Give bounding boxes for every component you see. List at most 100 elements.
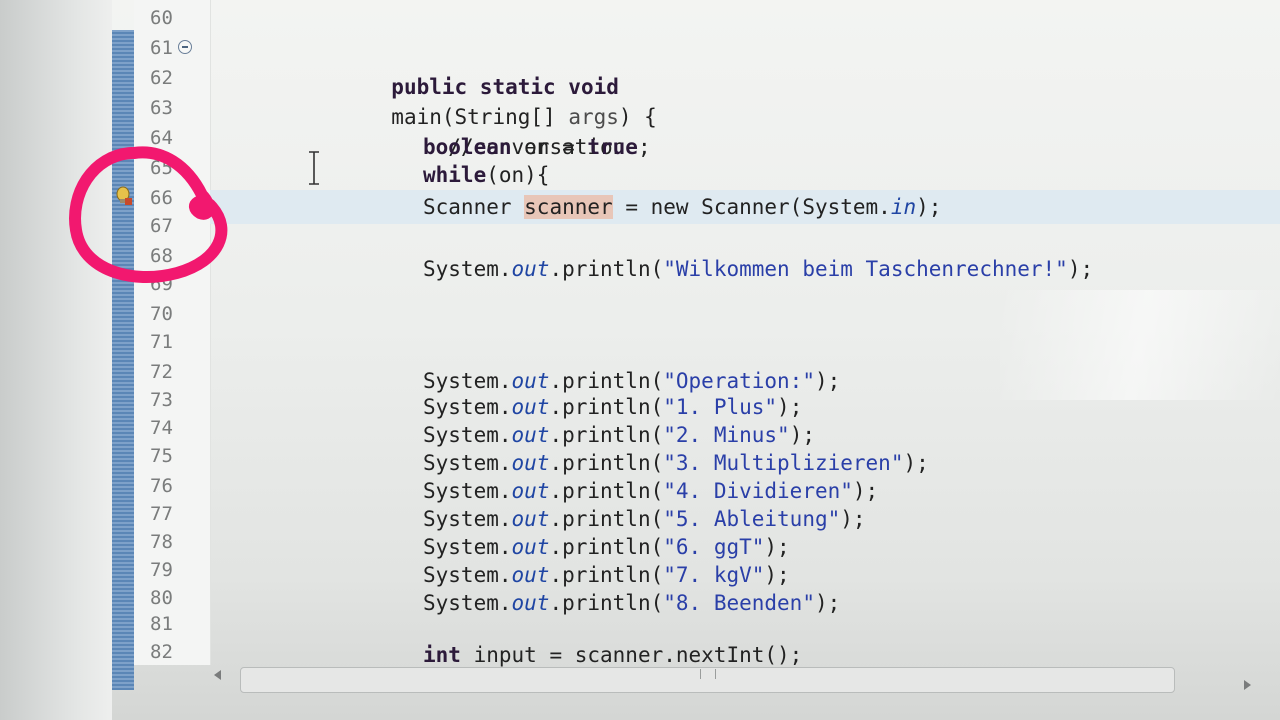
code-text: );	[852, 479, 879, 503]
code-text: .println(	[549, 395, 664, 419]
line-number: 74	[150, 417, 173, 439]
code-text: .println(	[549, 535, 664, 559]
code-line-println[interactable]: System.out.println("2. Minus");	[423, 420, 815, 450]
code-text: (on){	[486, 163, 550, 187]
line-number: 80	[150, 587, 173, 609]
code-text: .println(	[549, 423, 664, 447]
scroll-right-icon[interactable]	[1244, 680, 1251, 690]
window-left-frame	[0, 0, 112, 720]
code-text: .println(	[549, 563, 664, 587]
code-text: on =	[511, 135, 588, 159]
code-line-63[interactable]: //conversation	[423, 102, 625, 159]
scroll-left-icon[interactable]	[214, 670, 221, 680]
code-text: );	[814, 591, 841, 615]
code-text: );	[840, 507, 866, 531]
code-text: System.	[423, 479, 512, 503]
code-text: .println(	[549, 257, 664, 281]
keyword: while	[423, 163, 487, 187]
code-line-println[interactable]: System.out.println("4. Dividieren");	[423, 476, 878, 506]
code-text: System.	[423, 591, 512, 615]
line-number: 73	[150, 389, 173, 411]
code-line-64[interactable]: boolean on = true;	[423, 132, 651, 162]
string-literal: "Wilkommen beim Taschenrechner!"	[663, 257, 1068, 281]
code-text: );	[903, 451, 929, 475]
line-number: 79	[150, 559, 173, 581]
code-text: .println(	[549, 507, 664, 531]
code-text: ;	[637, 135, 651, 159]
screen-glare	[1000, 290, 1280, 400]
string-literal: "Operation:"	[663, 369, 815, 393]
string-literal: "8. Beenden"	[663, 591, 815, 615]
line-number: 71	[150, 331, 173, 353]
string-literal: "3. Multiplizieren"	[663, 451, 904, 475]
code-text: .println(	[549, 369, 664, 393]
code-line-68[interactable]: System.out.println("Wilkommen beim Tasch…	[423, 254, 1093, 284]
code-text: );	[916, 195, 942, 219]
code-text: = new Scanner(System.	[612, 195, 891, 219]
variable-occurrence: scanner	[524, 195, 613, 219]
annotation-circle	[69, 146, 228, 283]
code-text: System.	[423, 395, 512, 419]
code-line-82[interactable]: int input = scanner.nextInt();	[423, 640, 802, 670]
static-field: out	[511, 395, 550, 419]
code-line-println[interactable]: System.out.println("1. Plus");	[423, 392, 802, 422]
code-text: System.	[423, 257, 512, 281]
static-field: out	[511, 563, 550, 587]
line-number: 81	[150, 613, 173, 635]
code-text: );	[764, 535, 790, 559]
code-text: System.	[423, 563, 512, 587]
code-line-println[interactable]: System.out.println("7. kgV");	[423, 560, 790, 590]
static-field: out	[511, 479, 550, 503]
static-field: out	[511, 257, 550, 281]
code-text: );	[777, 395, 803, 419]
line-number: 76	[150, 475, 173, 497]
line-number: 70	[150, 303, 173, 325]
static-field: in	[890, 195, 917, 219]
code-line-println[interactable]: System.out.println("6. ggT");	[423, 532, 790, 562]
line-number: 63	[150, 97, 173, 119]
code-text: .println(	[549, 591, 664, 615]
static-field: out	[511, 507, 550, 531]
keyword: int	[423, 643, 461, 667]
static-field: out	[511, 451, 550, 475]
code-text: .println(	[549, 479, 664, 503]
code-line-61[interactable]: public static void main(String[] args) {	[366, 42, 657, 129]
line-number: 62	[150, 67, 173, 89]
code-text: );	[814, 369, 841, 393]
code-text: System.	[423, 369, 512, 393]
line-number: 82	[150, 641, 173, 663]
code-text: System.	[423, 535, 512, 559]
static-field: out	[511, 591, 550, 615]
string-literal: "2. Minus"	[663, 423, 790, 447]
code-text: );	[764, 563, 790, 587]
scrollbar-grip[interactable]	[700, 669, 716, 679]
text-cursor-icon	[309, 151, 319, 185]
line-number: 60	[150, 7, 173, 29]
code-line-println[interactable]: System.out.println("5. Ableitung");	[423, 504, 866, 534]
code-line-println[interactable]: System.out.println("3. Multiplizieren");	[423, 448, 929, 478]
code-line-println[interactable]: System.out.println("8. Beenden");	[423, 588, 840, 618]
code-text: );	[789, 423, 815, 447]
line-number: 77	[150, 503, 173, 525]
string-literal: "7. kgV"	[663, 563, 765, 587]
code-text: System.	[423, 507, 512, 531]
string-literal: "5. Ableitung"	[663, 507, 841, 531]
code-text: Scanner	[423, 195, 525, 219]
code-text: );	[1067, 257, 1094, 281]
static-field: out	[511, 535, 550, 559]
keyword: public static void	[391, 75, 619, 99]
static-field: out	[511, 369, 550, 393]
keyword: boolean	[423, 135, 512, 159]
code-line-66[interactable]: Scanner scanner = new Scanner(System.in)…	[423, 192, 941, 222]
code-text: System.	[423, 451, 512, 475]
overview-ruler[interactable]	[112, 30, 134, 690]
static-field: out	[511, 423, 550, 447]
line-number: 75	[150, 445, 173, 467]
code-line-65[interactable]: while(on){	[423, 160, 549, 190]
string-literal: "1. Plus"	[663, 395, 778, 419]
collapse-fold-icon[interactable]	[178, 40, 192, 54]
line-number: 72	[150, 361, 173, 383]
string-literal: "6. ggT"	[663, 535, 765, 559]
code-text: input = scanner.nextInt();	[460, 643, 803, 667]
string-literal: "4. Dividieren"	[663, 479, 853, 503]
